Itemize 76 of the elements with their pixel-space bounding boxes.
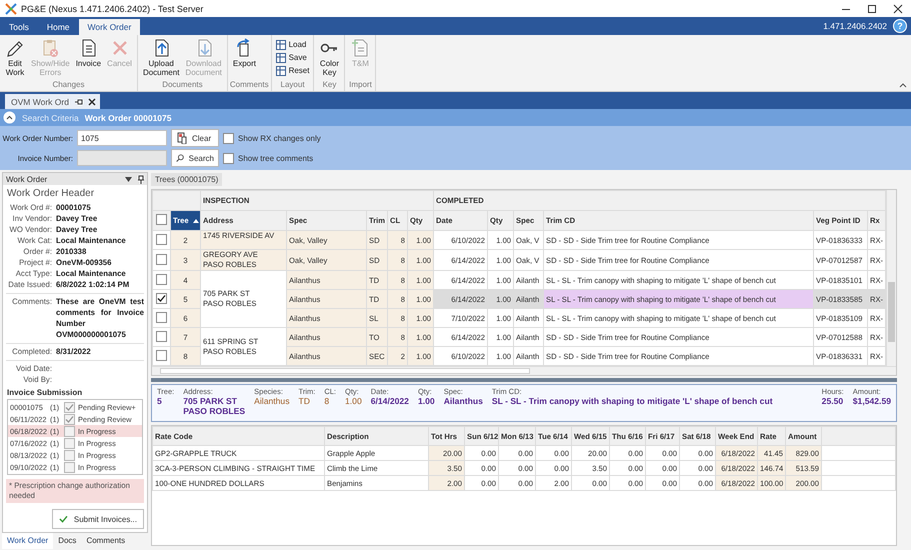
detail-value: 1.00 — [345, 396, 362, 406]
maximize-button[interactable] — [867, 4, 877, 14]
ribbon-button[interactable]: Edit Work — [2, 37, 28, 80]
detail-value: 705 PARK ST PASO ROBLES — [183, 396, 246, 416]
section-title: Invoice Submission — [6, 387, 84, 398]
panel-heading: Work Order Header — [6, 187, 96, 202]
group-label: Layout — [280, 80, 306, 91]
detail-value: 6/14/2022 — [370, 396, 409, 406]
ribbon-button[interactable]: Color Key — [316, 37, 342, 80]
detail-value: 8 — [324, 396, 330, 406]
collapse-button[interactable] — [3, 111, 16, 124]
ribbon-button[interactable]: Load — [276, 38, 310, 51]
checkbox[interactable] — [156, 274, 167, 284]
ribbon-button[interactable]: Upload Document — [140, 37, 182, 80]
group-label: Comments — [230, 80, 269, 91]
panel-title: Work Order — [6, 174, 48, 184]
panel-tab[interactable]: Comments — [81, 533, 130, 549]
detail-value: $1,542.59 — [852, 396, 891, 406]
checkbox[interactable] — [223, 152, 234, 164]
pin-button[interactable] — [138, 174, 144, 184]
ribbon-button[interactable]: Invoice — [72, 37, 104, 80]
detail-value: TD — [298, 396, 311, 406]
work-order-number-field[interactable]: 1075 — [77, 130, 167, 146]
ribbon-button[interactable]: Save — [276, 51, 310, 64]
document-tab[interactable]: OVM Work Ord — [5, 94, 100, 109]
checkbox[interactable] — [156, 312, 167, 322]
document-plus-icon — [350, 38, 370, 58]
checkbox[interactable] — [156, 254, 167, 264]
search-button[interactable]: Search — [171, 149, 219, 167]
ribbon-button[interactable]: Reset — [276, 64, 310, 77]
detail-value: Ailanthus — [444, 396, 483, 406]
checkbox[interactable] — [156, 292, 167, 304]
ribbon-tab[interactable]: Tools — [0, 19, 38, 35]
panel-tab[interactable]: Docs — [53, 533, 82, 549]
close-button[interactable] — [88, 98, 96, 106]
detail-value: Ailanthus — [254, 396, 290, 406]
close-button[interactable] — [893, 4, 903, 14]
clear-button[interactable]: Clear — [171, 129, 219, 147]
checkbox[interactable] — [156, 234, 167, 244]
clear-icon — [176, 132, 187, 144]
dropdown-button[interactable] — [125, 176, 132, 182]
grid-icon — [276, 52, 286, 62]
checkbox[interactable] — [156, 350, 167, 360]
checkbox-label: Show RX changes only — [238, 134, 321, 142]
app-logo — [5, 2, 17, 14]
ribbon-tab[interactable]: Work Order — [78, 19, 140, 35]
sort-ascending-icon — [192, 219, 199, 223]
grid-icon — [276, 40, 286, 50]
checkbox[interactable] — [156, 214, 167, 225]
checkbox[interactable] — [156, 330, 167, 342]
grid-icon — [276, 66, 286, 76]
group-label: Import — [348, 80, 373, 91]
detail-value: 5 — [157, 396, 163, 406]
group-label: Key — [322, 80, 338, 91]
window-title: PG&E (Nexus 1.471.2406.2402) - Test Server — [21, 4, 204, 14]
detail-value: 1.00 — [418, 396, 435, 406]
ribbon-button[interactable]: Export — [230, 37, 260, 80]
vertical-scrollbar[interactable] — [886, 190, 896, 366]
search-icon — [176, 152, 184, 164]
detail-value: 25.50 — [822, 396, 844, 406]
pin-button[interactable] — [74, 98, 83, 106]
checkbox-label: Show tree comments — [238, 154, 314, 162]
detail-value: SL - SL - Trim canopy with shaping to mitigate 'L' shape of bench cut — [492, 396, 774, 406]
panel-tab[interactable]: Work Order — [2, 533, 54, 549]
group-label: Changes — [51, 80, 86, 91]
section-title: Search Criteria — [22, 112, 79, 122]
ribbon-tab[interactable]: Home — [38, 19, 79, 35]
work-order-title: Work Order 00001075 — [84, 112, 172, 122]
grid-tab[interactable]: Trees (00001075) — [151, 173, 222, 186]
horizontal-scrollbar[interactable] — [152, 366, 896, 375]
collapse-ribbon-button[interactable] — [899, 82, 907, 88]
check-icon — [59, 515, 68, 524]
version-label: 1.471.2406.2402 — [823, 21, 887, 31]
group-label: Documents — [161, 80, 204, 91]
submit-invoices-button[interactable]: Submit Invoices... — [52, 509, 144, 529]
checkbox[interactable] — [223, 132, 234, 144]
